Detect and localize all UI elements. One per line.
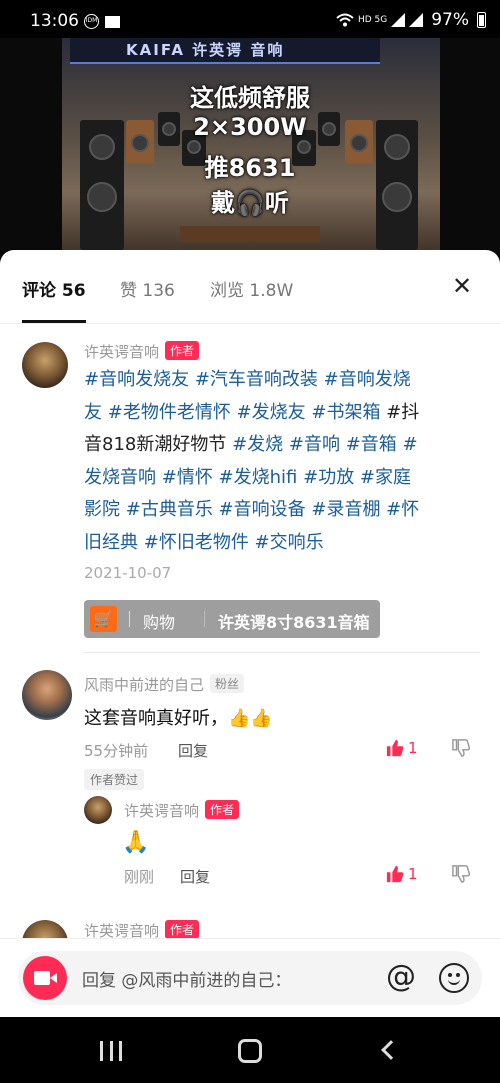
- username[interactable]: 许英谔音响: [84, 343, 159, 361]
- hashtag-link[interactable]: #交响乐: [255, 532, 324, 553]
- hashtag-link[interactable]: #发烧友: [237, 402, 312, 423]
- author-liked-badge: 作者赞过: [84, 769, 145, 790]
- username[interactable]: 许英谔音响: [84, 922, 159, 938]
- hashtag-link[interactable]: #情怀: [162, 467, 219, 488]
- tab-likes[interactable]: 赞 136: [120, 276, 175, 301]
- reply-time: 刚刚: [124, 868, 155, 886]
- reply-text: 🙏: [122, 830, 150, 855]
- reply-username-row: 许英谔音响 作者: [124, 800, 240, 821]
- network-label: HD 5G: [357, 15, 388, 25]
- hashtag-link[interactable]: #音响发烧友: [84, 369, 195, 390]
- avatar[interactable]: [84, 796, 112, 824]
- like-button[interactable]: 1: [386, 865, 418, 883]
- post-date: 2021-10-07: [84, 564, 172, 582]
- hashtag-link[interactable]: #书架箱: [311, 402, 386, 423]
- shopping-link[interactable]: 🛒 购物 许英谔8寸8631音箱: [84, 600, 380, 638]
- username[interactable]: 风雨中前进的自己: [84, 676, 204, 694]
- username[interactable]: 许英谔音响: [124, 802, 199, 820]
- thumbs-up-icon: [386, 739, 404, 757]
- thumbs-up-icon: [386, 865, 404, 883]
- avatar[interactable]: [22, 670, 72, 720]
- video-caption-line-1: 这低频舒服: [190, 84, 310, 112]
- author-username-row: 许英谔音响 作者: [84, 341, 200, 362]
- app-notification-icon: IDM: [84, 14, 99, 29]
- home-icon[interactable]: [238, 1039, 262, 1063]
- close-icon[interactable]: ✕: [450, 274, 474, 298]
- back-icon[interactable]: [381, 1040, 401, 1060]
- hashtag-link[interactable]: #功放: [303, 467, 360, 488]
- video-camera-icon: [34, 971, 50, 985]
- like-count: 1: [408, 865, 418, 883]
- video-player[interactable]: KAIFA 许英谔 音响 这低频舒服 2×300W 推8631 戴🎧听: [0, 38, 500, 258]
- active-tab-indicator: [22, 320, 86, 323]
- reply-button[interactable]: 回复: [180, 866, 210, 887]
- hashtag-link[interactable]: #怀旧老物件: [144, 532, 255, 553]
- tab-bar: 评论 56 赞 136 浏览 1.8W ✕: [0, 250, 500, 324]
- reply-input-bar: 回复 @风雨中前进的自己： @: [18, 951, 482, 1005]
- hashtag-link[interactable]: #音箱: [346, 434, 403, 455]
- equipment-rack: [180, 226, 320, 242]
- tab-views[interactable]: 浏览 1.8W: [210, 276, 293, 301]
- battery-percent: 97%: [431, 10, 469, 30]
- hashtag-link[interactable]: #发烧: [232, 434, 289, 455]
- at-mention-icon[interactable]: @: [384, 958, 418, 996]
- mail-icon: [105, 16, 120, 28]
- recent-apps-icon[interactable]: [100, 1041, 122, 1061]
- like-button[interactable]: 1: [386, 739, 418, 757]
- clock: 13:06: [30, 11, 79, 31]
- avatar[interactable]: [22, 920, 68, 938]
- dislike-button[interactable]: [452, 739, 470, 757]
- divider: [84, 652, 480, 653]
- reply-input[interactable]: 回复 @风雨中前进的自己：: [82, 966, 291, 991]
- tab-comments[interactable]: 评论 56: [22, 276, 86, 301]
- battery-icon: [477, 12, 486, 28]
- shop-sign: KAIFA 许英谔 音响: [70, 38, 380, 64]
- signal-icon: [391, 13, 406, 27]
- hashtag-link[interactable]: #老物件老情怀: [108, 402, 237, 423]
- system-nav-bar: [0, 1017, 500, 1083]
- video-caption-line-2: 2×300W: [193, 113, 307, 141]
- comment-text: 这套音响真好听，👍👍: [84, 708, 273, 729]
- emoji-icon[interactable]: [439, 963, 469, 993]
- hashtag-link[interactable]: #音响设备: [219, 499, 312, 520]
- fan-badge: 粉丝: [210, 674, 245, 693]
- shopping-cart-icon: 🛒: [90, 606, 117, 632]
- signal-icon-2: [409, 13, 424, 27]
- hashtag-link[interactable]: #汽车音响改装: [195, 369, 324, 390]
- thumbs-down-icon: [452, 865, 470, 883]
- hashtag-link[interactable]: #录音棚: [311, 499, 386, 520]
- shop-product-name: 许英谔8寸8631音箱: [218, 613, 370, 632]
- post-hashtags: #音响发烧友 #汽车音响改装 #音响发烧友 #老物件老情怀 #发烧友 #书架箱 …: [84, 364, 424, 559]
- author-badge: 作者: [165, 341, 200, 360]
- author-badge: 作者: [205, 800, 240, 819]
- video-caption-line-3: 推8631: [204, 154, 296, 182]
- next-comment-clip: 许英谔音响 作者: [0, 918, 500, 938]
- shop-label: 购物: [143, 613, 176, 632]
- video-caption-line-4: 戴🎧听: [211, 189, 289, 217]
- wifi-icon: [336, 13, 354, 27]
- reply-button[interactable]: 回复: [178, 740, 208, 761]
- next-username-row: 许英谔音响 作者: [84, 920, 200, 938]
- thumbs-down-icon: [452, 739, 470, 757]
- comment-username-row: 风雨中前进的自己 粉丝: [84, 674, 245, 695]
- like-count: 1: [408, 739, 418, 757]
- dislike-button[interactable]: [452, 865, 470, 883]
- hashtag-link[interactable]: #发烧hifi: [219, 467, 304, 488]
- author-badge: 作者: [165, 920, 200, 938]
- hashtag-link[interactable]: #古典音乐: [126, 499, 219, 520]
- comment-time: 55分钟前: [84, 742, 149, 760]
- camera-button[interactable]: [23, 956, 67, 1000]
- comment-sheet: 评论 56 赞 136 浏览 1.8W ✕ 许英谔音响 作者 #音响发烧友 #汽车…: [0, 250, 500, 1017]
- hashtag-link[interactable]: #音响: [289, 434, 346, 455]
- avatar[interactable]: [22, 342, 68, 388]
